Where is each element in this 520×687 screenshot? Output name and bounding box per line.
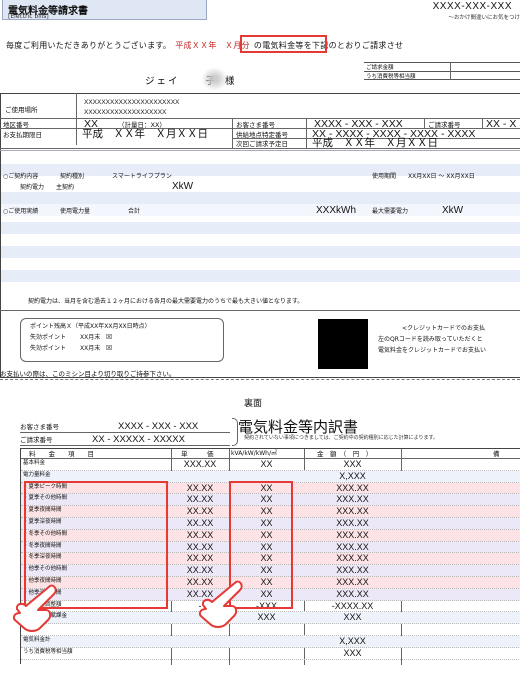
points-balance: ポイント残高Ｘ（平成XX年XX月XX日時点） xyxy=(30,323,151,330)
cell-amount: XXX.XX xyxy=(336,577,369,587)
cell-amount: XXX xyxy=(343,612,362,623)
col-item: 料 金 項 目 xyxy=(29,450,94,458)
contract-power-value: XkW xyxy=(172,181,194,192)
bd-customer-no-label: お客さま番号 xyxy=(20,423,59,431)
tear-off-note: お支払いの際は、このミシン目より切り取りご持参下さい。 xyxy=(0,370,176,378)
cell-amount: XXX.XX xyxy=(336,518,369,528)
bd-bill-no: XX - XXXXX - XXXXX xyxy=(92,434,185,445)
phone-number: XXXX-XXX-XXX xyxy=(432,1,512,12)
summary-tax-label: うち消費税等相当額 xyxy=(364,71,520,80)
cell-unit: XXX.XX xyxy=(183,459,217,469)
usage-period-value: XX月XX日 ～ XX月XX日 xyxy=(408,173,475,180)
col-note: 備 xyxy=(493,450,500,458)
total-label: 合計 xyxy=(128,208,141,215)
expiring-points-2-label: 失効ポイント xyxy=(30,345,67,352)
cell-item: うち消費税等相当額 xyxy=(23,648,73,655)
cell-amount: XXX.XX xyxy=(336,506,369,517)
actual-usage-label: ○ご使用実績 xyxy=(3,208,39,215)
table-row xyxy=(21,624,520,636)
due-date-label: お支払期限日 xyxy=(3,131,42,139)
cell-item: 電気料金計 xyxy=(23,637,51,643)
cell-amount: X,XXX xyxy=(339,636,366,646)
expiring-points-1-label: 失効ポイント xyxy=(30,334,67,341)
summary-amount-label: ご請求金額 xyxy=(364,62,520,71)
cell-qty: XX xyxy=(260,459,273,469)
cell-unit: XX.XX xyxy=(186,506,214,517)
contract-type-label: 契約種別 xyxy=(60,173,85,180)
contract-note: 契約電力は、当月を含む過去１２ヶ月における各月の最大需要電力のうちで最も大きい値… xyxy=(28,298,304,305)
table-row xyxy=(21,648,520,660)
next-bill-label: 次回ご請求予定日 xyxy=(236,140,288,148)
name-blur-mask xyxy=(202,68,227,90)
next-bill-value: 平成 ＸＸ年 Ｘ月ＸＸ日 xyxy=(312,137,438,149)
card-text-3: 電気料金をクレジットカードでお支払い xyxy=(378,347,487,354)
bd-customer-no: XXXX - XXX - XXX xyxy=(118,421,199,432)
due-date-value: 平成 ＸＸ年 Ｘ月ＸＸ日 xyxy=(82,128,208,140)
tear-line xyxy=(0,379,520,380)
contract-label: ○ご契約内容 xyxy=(3,173,39,180)
cell-unit: XX.XX xyxy=(186,482,214,493)
cell-unit: XX.XX xyxy=(186,541,214,552)
usage-place-label: ご使用場所 xyxy=(5,106,38,114)
expiring-points-1-value: XX月末 xyxy=(80,334,101,341)
max-demand-value: XkW xyxy=(442,205,464,216)
checkbox-icon: ☒ xyxy=(106,333,113,341)
checkbox-icon: ☒ xyxy=(106,344,113,352)
cell-unit: XX.XX xyxy=(186,518,214,528)
pointing-hand-icon xyxy=(198,580,243,628)
address-line-1: XXXXXXXXXXXXXXXXXXXXXX xyxy=(84,99,180,106)
summary-box: ご請求金額 うち消費税等相当額 xyxy=(364,60,520,88)
cell-amount: XXX xyxy=(343,459,362,469)
cell-amount: XXX.XX xyxy=(336,565,369,576)
qr-code-block xyxy=(318,319,368,369)
bill-subtitle: [Electric bills] xyxy=(8,13,49,20)
power-usage-label: 使用電力量 xyxy=(60,208,91,215)
greeting-line: 毎度ご利用いただきありがとうございます。 平成ＸＸ年 Ｘ月分 の電気料金等を下記のと… xyxy=(6,40,403,51)
cell-unit: XX.XX xyxy=(186,553,214,564)
cell-amount: XXX.XX xyxy=(336,529,369,540)
contract-plan: スマートライフプラン xyxy=(112,173,172,180)
address-line-2: XXXXXXXXXXXXXXXXXXX xyxy=(84,109,167,116)
cell-amount: XXX.XX xyxy=(336,494,369,505)
breakdown-note: 契約されていない事項につきましては、ご契約中の契約種別に応じた計算によります。 xyxy=(244,435,439,441)
col-qty: kVA/kW/kWh/㎡ xyxy=(231,450,277,457)
billing-period-highlight xyxy=(240,35,327,53)
cell-item: 基本料金 xyxy=(23,460,46,466)
back-side-label: 裏面 xyxy=(244,399,263,409)
customer-name-left: ジェイ xyxy=(145,76,180,87)
cell-unit: XX.XX xyxy=(186,529,214,540)
cell-amount: XXX.XX xyxy=(336,553,369,564)
cell-amount: XXX.XX xyxy=(336,541,369,552)
col-amount: 金 額 （ 円 ） xyxy=(317,450,373,458)
contract-power-type: 主契約 xyxy=(56,184,75,191)
bill-header-box: 電気料金等請求書 [Electric bills] xyxy=(2,0,207,20)
col-unit: 単 価 xyxy=(181,450,214,458)
expiring-points-2-value: XX月末 xyxy=(80,345,101,352)
table-row xyxy=(21,636,520,648)
pointing-hand-icon xyxy=(12,584,57,632)
total-usage-value: XXXkWh xyxy=(316,205,357,216)
usage-period-label: 使用期間 xyxy=(372,173,397,180)
cell-amount: -XXXX.XX xyxy=(331,600,374,611)
contract-power-label: 契約電力 xyxy=(20,184,45,191)
cell-item: 電力量料金 xyxy=(23,471,51,478)
cell-amount: X,XXX xyxy=(339,470,366,481)
phone-note: ～おかけ間違いにお気をつけ xyxy=(448,15,520,21)
greeting-prefix: 毎度ご利用いただきありがとうございます。 xyxy=(6,41,172,50)
card-text-1: <クレジットカードでのお支払 xyxy=(402,325,486,332)
cell-amount: XXX xyxy=(343,647,362,658)
cell-amount: XXX.XX xyxy=(336,482,369,493)
cell-amount: XXX.XX xyxy=(336,588,369,599)
card-text-2: 左のQRコードを読み取っていただくと xyxy=(378,336,483,343)
bd-bill-no-label: ご請求番号 xyxy=(20,436,53,444)
max-demand-label: 最大需要電力 xyxy=(372,208,409,215)
cell-unit: XX.XX xyxy=(186,494,214,505)
cell-unit: XX.XX xyxy=(186,565,214,576)
